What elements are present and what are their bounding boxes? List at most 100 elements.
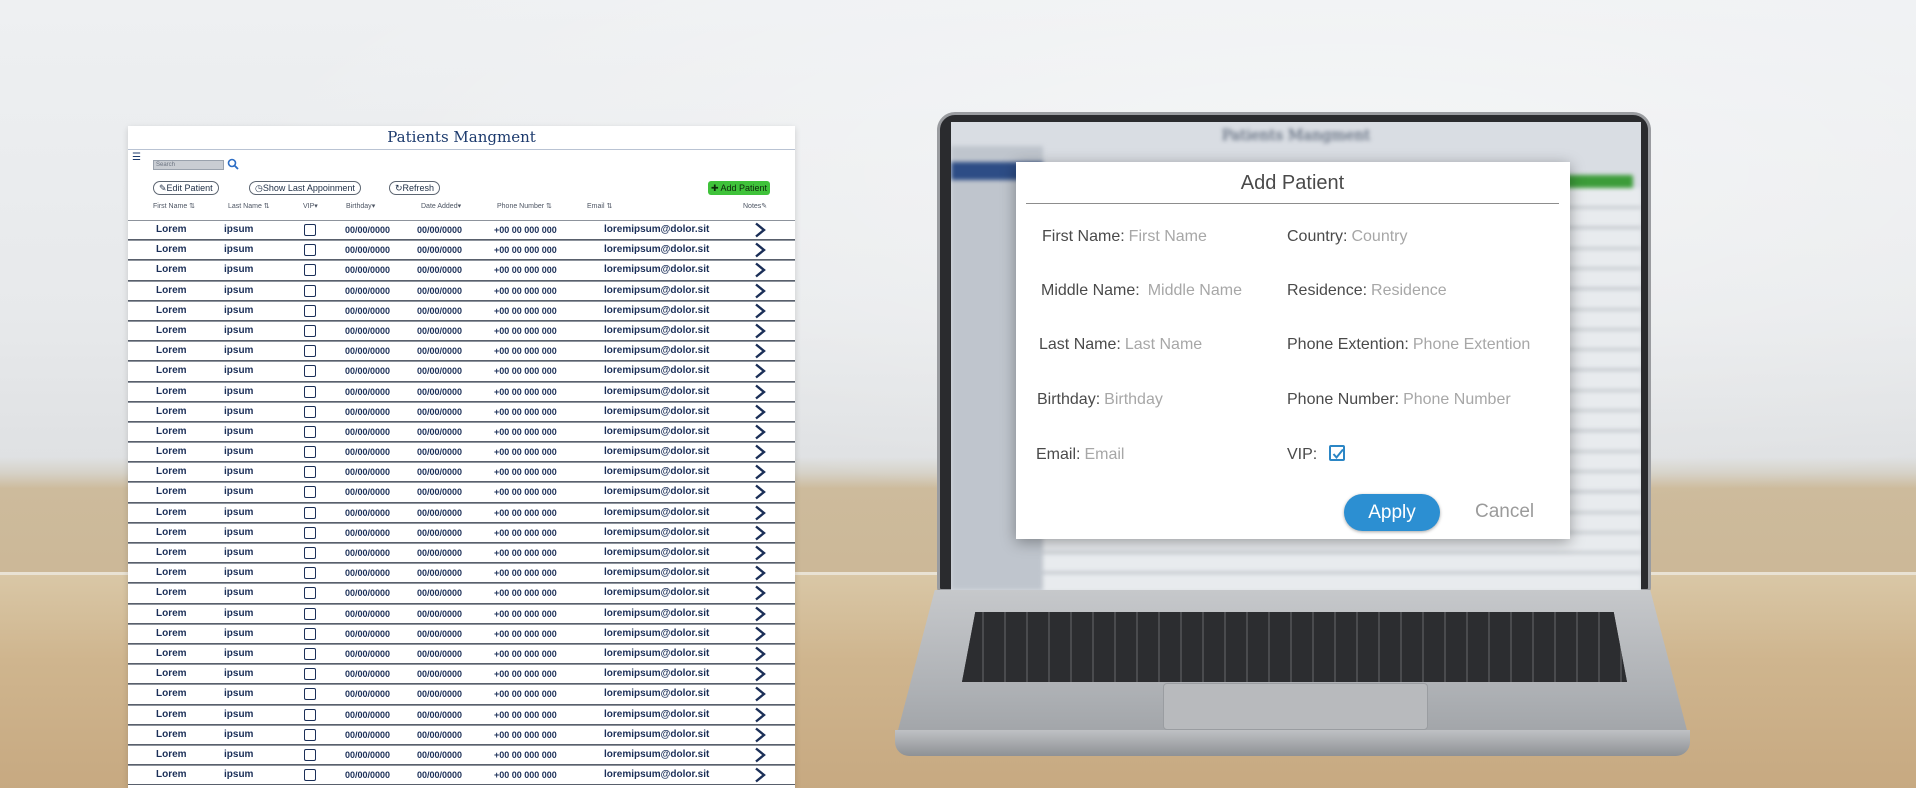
vip-checkbox[interactable] (304, 587, 316, 600)
chevron-right-icon[interactable] (753, 384, 767, 400)
table-row[interactable]: Lorem ipsum 00/00/0000 00/00/0000 +00 00 000… (128, 401, 795, 422)
chevron-right-icon[interactable] (753, 444, 767, 460)
table-row[interactable]: Lorem ipsum 00/00/0000 00/00/0000 +00 00 000… (128, 543, 795, 564)
chevron-right-icon[interactable] (753, 283, 767, 299)
chevron-right-icon[interactable] (753, 262, 767, 278)
vip-checkbox[interactable] (304, 526, 316, 539)
table-row[interactable]: Lorem ipsum 00/00/0000 00/00/0000 +00 00 000… (128, 482, 795, 503)
column-header-email[interactable]: Email ⇅ (587, 202, 612, 210)
vip-checkbox[interactable] (304, 728, 316, 741)
table-row[interactable]: Lorem ipsum 00/00/0000 00/00/0000 +00 00 000… (128, 280, 795, 301)
vip-checkbox[interactable] (304, 547, 316, 559)
table-row[interactable]: Lorem ipsum 00/00/0000 00/00/0000 +00 00 000… (128, 522, 795, 543)
table-row[interactable]: Lorem ipsum 00/00/0000 00/00/0000 +00 00 000… (128, 623, 795, 644)
vip-checkbox[interactable] (304, 345, 316, 358)
vip-checkbox[interactable] (304, 365, 316, 378)
column-header-phone-number[interactable]: Phone Number ⇅ (497, 202, 552, 210)
add-patient-button[interactable]: ✚ Add Patient (708, 181, 770, 195)
chevron-right-icon[interactable] (753, 626, 767, 642)
vip-checkbox[interactable] (304, 244, 316, 257)
table-row[interactable]: Lorem ipsum 00/00/0000 00/00/0000 +00 00 000… (128, 220, 795, 241)
vip-checkbox[interactable] (304, 708, 316, 721)
table-row[interactable]: Lorem ipsum 00/00/0000 00/00/0000 +00 00 000… (128, 502, 795, 523)
vip-checkbox[interactable] (304, 405, 316, 418)
last-name-input[interactable] (1124, 336, 1265, 354)
first-name-input[interactable] (1128, 228, 1269, 246)
table-row[interactable]: Lorem ipsum 00/00/0000 00/00/0000 +00 00 000… (128, 240, 795, 261)
chevron-right-icon[interactable] (753, 747, 767, 763)
show-last-appointment-button[interactable]: ◷Show Last Appoinment (249, 181, 361, 195)
vip-checkbox[interactable] (304, 446, 316, 459)
vip-checkbox[interactable] (304, 264, 316, 277)
table-row[interactable]: Lorem ipsum 00/00/0000 00/00/0000 +00 00 000… (128, 442, 795, 463)
table-row[interactable]: Lorem ipsum 00/00/0000 00/00/0000 +00 00 000… (128, 341, 795, 362)
birthday-input[interactable] (1104, 391, 1245, 409)
vip-checkbox[interactable] (304, 607, 316, 620)
residence-input[interactable] (1371, 282, 1512, 300)
chevron-right-icon[interactable] (753, 666, 767, 682)
vip-checkbox[interactable] (304, 466, 316, 479)
vip-checkbox[interactable] (304, 769, 316, 782)
vip-checkbox[interactable] (304, 668, 316, 681)
email-input[interactable] (1084, 446, 1225, 464)
phone-extension-input[interactable] (1412, 336, 1543, 354)
phone-number-input[interactable] (1403, 391, 1534, 409)
vip-checkbox[interactable] (304, 486, 316, 499)
edit-patient-button[interactable]: ✎Edit Patient (153, 181, 219, 195)
vip-checkbox[interactable] (304, 647, 316, 660)
chevron-right-icon[interactable] (753, 585, 767, 601)
chevron-right-icon[interactable] (753, 303, 767, 319)
search-input[interactable]: Search (153, 160, 224, 170)
vip-checkbox[interactable] (304, 567, 316, 580)
refresh-button[interactable]: ↻Refresh (389, 181, 441, 195)
chevron-right-icon[interactable] (753, 404, 767, 420)
chevron-right-icon[interactable] (753, 606, 767, 622)
chevron-right-icon[interactable] (753, 565, 767, 581)
table-row[interactable]: Lorem ipsum 00/00/0000 00/00/0000 +00 00 000… (128, 643, 795, 665)
column-header-last-name[interactable]: Last Name ⇅ (228, 202, 270, 210)
chevron-right-icon[interactable] (753, 323, 767, 339)
table-row[interactable]: Lorem ipsum 00/00/0000 00/00/0000 +00 00 000… (128, 563, 795, 584)
table-row[interactable]: Lorem ipsum 00/00/0000 00/00/0000 +00 00 000… (128, 765, 795, 786)
table-row[interactable]: Lorem ipsum 00/00/0000 00/00/0000 +00 00 000… (128, 704, 795, 725)
vip-checkbox[interactable] (304, 304, 316, 317)
chevron-right-icon[interactable] (753, 545, 767, 561)
vip-checkbox[interactable] (304, 324, 316, 337)
chevron-right-icon[interactable] (753, 242, 767, 258)
table-row[interactable]: Lorem ipsum 00/00/0000 00/00/0000 +00 00 000… (128, 724, 795, 745)
vip-checkbox[interactable] (304, 425, 316, 438)
cancel-button[interactable]: Cancel (1475, 501, 1534, 523)
middle-name-input[interactable] (1147, 282, 1288, 300)
column-header-date-added[interactable]: Date Added▾ (421, 202, 461, 210)
table-row[interactable]: Lorem ipsum 00/00/0000 00/00/0000 +00 00 000… (128, 744, 795, 766)
vip-checkbox[interactable] (304, 284, 316, 297)
chevron-right-icon[interactable] (753, 464, 767, 480)
search-icon[interactable] (227, 158, 239, 170)
column-header-first-name[interactable]: First Name ⇅ (153, 202, 195, 210)
column-header-notes[interactable]: Notes✎ (743, 202, 767, 210)
column-header-vip[interactable]: VIP▾ (303, 202, 318, 210)
chevron-right-icon[interactable] (753, 767, 767, 783)
table-row[interactable]: Lorem ipsum 00/00/0000 00/00/0000 +00 00 000… (128, 583, 795, 604)
chevron-right-icon[interactable] (753, 525, 767, 541)
apply-button[interactable]: Apply (1344, 494, 1440, 531)
column-header-birthday[interactable]: Birthday▾ (346, 202, 375, 210)
menu-icon[interactable]: ☰ (132, 153, 142, 163)
vip-checkbox[interactable] (304, 224, 316, 236)
table-row[interactable]: Lorem ipsum 00/00/0000 00/00/0000 +00 00 000… (128, 381, 795, 402)
chevron-right-icon[interactable] (753, 424, 767, 440)
table-row[interactable]: Lorem ipsum 00/00/0000 00/00/0000 +00 00 000… (128, 462, 795, 483)
chevron-right-icon[interactable] (753, 646, 767, 662)
chevron-right-icon[interactable] (753, 222, 767, 238)
chevron-right-icon[interactable] (753, 707, 767, 723)
table-row[interactable]: Lorem ipsum 00/00/0000 00/00/0000 +00 00 000… (128, 664, 795, 685)
table-row[interactable]: Lorem ipsum 00/00/0000 00/00/0000 +00 00 000… (128, 421, 795, 443)
table-row[interactable]: Lorem ipsum 00/00/0000 00/00/0000 +00 00 000… (128, 361, 795, 382)
table-row[interactable]: Lorem ipsum 00/00/0000 00/00/0000 +00 00 000… (128, 603, 795, 624)
chevron-right-icon[interactable] (753, 727, 767, 743)
chevron-right-icon[interactable] (753, 484, 767, 500)
vip-checkbox[interactable] (304, 748, 316, 761)
table-row[interactable]: Lorem ipsum 00/00/0000 00/00/0000 +00 00 000… (128, 684, 795, 705)
vip-checkbox[interactable] (304, 506, 316, 519)
table-row[interactable]: Lorem ipsum 00/00/0000 00/00/0000 +00 00 000… (128, 260, 795, 281)
